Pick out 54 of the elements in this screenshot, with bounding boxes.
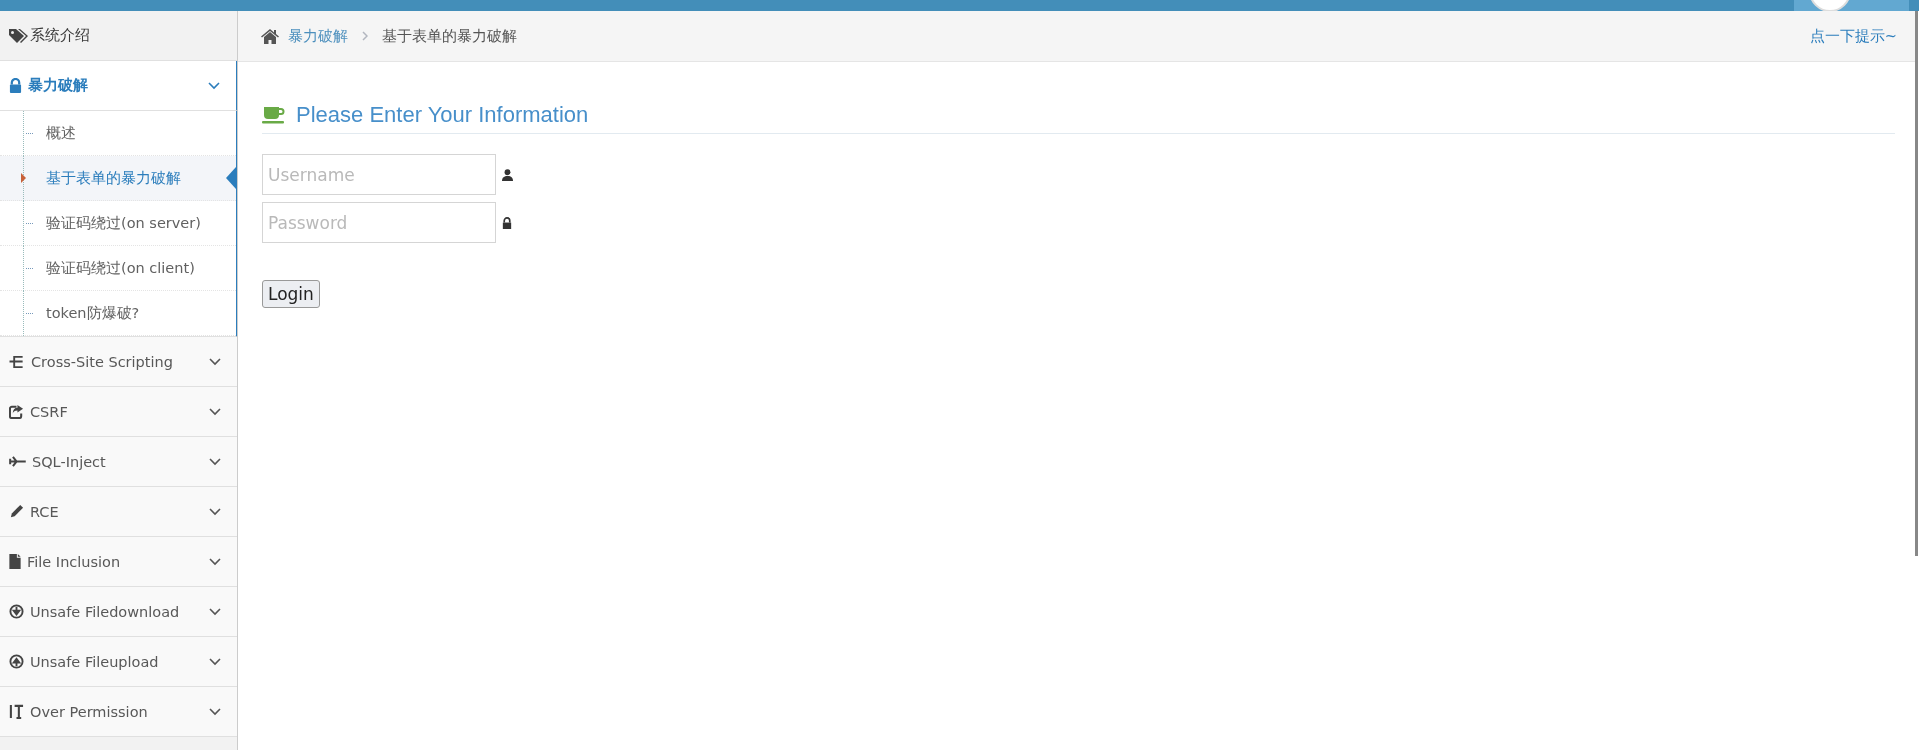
sitemap-icon	[9, 354, 25, 369]
menu-group-header[interactable]: RCE	[0, 487, 237, 537]
chevron-right-icon	[362, 31, 368, 41]
menu-label: File Inclusion	[27, 553, 122, 570]
chevron-down-icon	[209, 707, 221, 716]
menu-group-header[interactable]: SQL-Inject	[0, 437, 237, 487]
chevron-down-icon	[208, 81, 220, 90]
menu-label: 系统介绍	[30, 26, 90, 45]
input-field[interactable]: Username	[262, 154, 496, 195]
menu-label: CSRF	[30, 403, 69, 420]
chevron-down-icon	[209, 457, 221, 466]
tags-icon	[8, 27, 28, 44]
login-button[interactable]: Login	[262, 280, 320, 308]
menu-group-header[interactable]: 暴力破解	[0, 61, 237, 111]
form-title: Please Enter Your Information	[296, 102, 589, 128]
chevron-down-icon	[209, 507, 221, 516]
menu-group-header[interactable]: Cross-Site Scripting	[0, 337, 237, 387]
lock-icon	[502, 216, 512, 229]
submenu-item[interactable]: 验证码绕过(on server)	[0, 201, 236, 246]
scrollbar[interactable]	[1915, 11, 1918, 556]
hint-link[interactable]: 点一下提示~	[1809, 26, 1897, 46]
submenu-item[interactable]: 基于表单的暴力破解	[0, 156, 236, 201]
coffee-cup-icon	[262, 106, 286, 124]
submenu-item[interactable]: token防爆破?	[0, 291, 236, 336]
pencil-icon	[9, 504, 24, 519]
chevron-down-icon	[209, 357, 221, 366]
menu-group-header[interactable]: Over Permission	[0, 687, 237, 737]
chevron-down-icon	[209, 407, 221, 416]
file-icon	[9, 554, 21, 569]
menu-group-header[interactable]: Unsafe Fileupload	[0, 637, 237, 687]
menu-label: Over Permission	[30, 703, 149, 720]
chevron-down-icon	[209, 607, 221, 616]
user-icon	[502, 168, 513, 181]
menu-label: 暴力破解	[28, 76, 89, 95]
menu-label: SQL-Inject	[32, 453, 107, 470]
home-icon[interactable]	[260, 28, 280, 44]
breadcrumb-current: 基于表单的暴力破解	[382, 26, 517, 46]
text-height-icon	[9, 704, 24, 719]
menu-group-header[interactable]: Unsafe Filedownload	[0, 587, 237, 637]
upload-circle-icon	[9, 654, 24, 669]
menu-label: Unsafe Fileupload	[30, 653, 160, 670]
download-circle-icon	[9, 604, 24, 619]
lock-icon	[9, 78, 22, 93]
menu-group-header[interactable]: File Inclusion	[0, 537, 237, 587]
share-icon	[9, 404, 24, 419]
input-field[interactable]: Password	[262, 202, 496, 243]
submenu-item[interactable]: 验证码绕过(on client)	[0, 246, 236, 291]
chevron-down-icon	[209, 657, 221, 666]
plane-icon	[9, 456, 26, 467]
menu-label: Unsafe Filedownload	[30, 603, 181, 620]
menu-label: RCE	[30, 503, 60, 520]
menu-group-header[interactable]: CSRF	[0, 387, 237, 437]
menu-label: Cross-Site Scripting	[31, 353, 174, 370]
chevron-down-icon	[209, 557, 221, 566]
